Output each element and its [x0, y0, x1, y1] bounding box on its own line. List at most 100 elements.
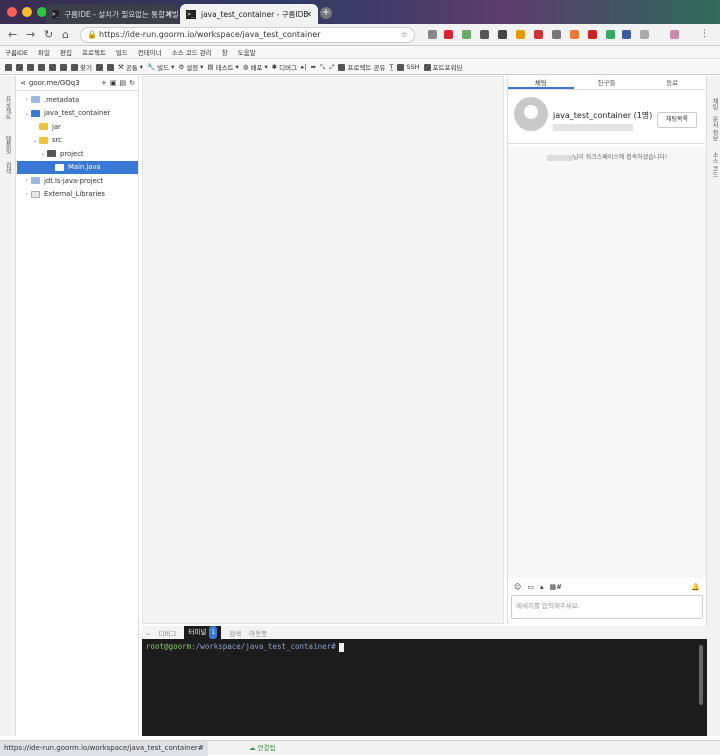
tab-search-output[interactable]: 검색 — [229, 628, 241, 638]
test-menu[interactable]: ▤ 테스트 ▾ — [207, 62, 238, 72]
tab-debug[interactable]: 디버그 — [158, 628, 176, 638]
bookmark-star-icon[interactable]: ☆ — [401, 28, 408, 42]
bookmark-icon[interactable] — [95, 63, 103, 71]
tab-template[interactable]: 템플릿 — [3, 136, 12, 154]
build-menu[interactable]: 🔧 빌드 ▾ — [147, 62, 174, 72]
reload-icon[interactable]: ↻ — [44, 28, 53, 41]
run-icon[interactable]: ▸| — [301, 63, 306, 71]
profile-avatar[interactable] — [670, 30, 679, 39]
expand-arrow-icon[interactable]: ⌄ — [23, 110, 31, 117]
browser-tab-goormide[interactable]: >_ 구름IDE - 설치가 필요없는 통합개발환경 ✕ — [46, 4, 178, 24]
caret-up-icon[interactable]: ▴ — [540, 583, 544, 591]
terminal-scrollbar[interactable] — [699, 645, 703, 705]
port-forwarding-button[interactable]: 포트포워딩 — [423, 62, 462, 72]
deploy-menu[interactable]: ◍ 배포 ▾ — [243, 62, 268, 72]
gear-icon[interactable] — [106, 63, 114, 71]
ssh-button[interactable]: SSH — [397, 63, 420, 71]
collapse-arrow-icon[interactable]: ⌄ — [145, 629, 150, 637]
share-arrow-icon[interactable]: ➦ — [311, 63, 316, 71]
editor-area[interactable] — [142, 76, 504, 624]
tab-terminal[interactable]: 터미널 1 — [184, 626, 222, 639]
back-icon[interactable]: ← — [8, 28, 17, 41]
close-window-button[interactable] — [7, 7, 17, 17]
tree-item-main-java[interactable]: Main.java — [17, 160, 138, 174]
tab-output[interactable]: 아웃풋 — [249, 628, 267, 638]
collapse-icon[interactable]: ⤢ — [329, 63, 334, 72]
terminal[interactable]: root@goorm:/workspace/java_test_containe… — [142, 639, 707, 736]
common-menu[interactable]: ⚒ 공통 ▾ — [118, 62, 143, 72]
fullscreen-icon[interactable]: ⤡ — [320, 63, 325, 72]
menu-item[interactable]: 구름IDE — [5, 47, 28, 57]
tree-item-java-test-container[interactable]: ⌄ java_test_container — [17, 107, 138, 121]
share-link-icon[interactable]: ⋖ — [20, 79, 26, 87]
tab-source-code[interactable]: 소스 코드 — [710, 152, 719, 178]
tree-item-src[interactable]: ⌄ src — [17, 134, 138, 148]
font-icon[interactable]: T̲ — [389, 63, 393, 71]
export-icon[interactable] — [49, 63, 56, 71]
new-tab-button[interactable]: + — [320, 7, 332, 19]
add-icon[interactable]: + — [101, 79, 107, 87]
tree-item-project[interactable]: ⌄ project — [17, 147, 138, 161]
extension-icon[interactable] — [570, 30, 579, 39]
extension-icon[interactable] — [498, 30, 507, 39]
browser-tab-container[interactable]: >_ java_test_container - 구름IDE ✕ — [180, 4, 318, 24]
menu-item[interactable]: 프로젝트 — [82, 47, 106, 57]
settings-menu[interactable]: ⚙ 설정 ▾ — [178, 62, 203, 72]
extension-icon[interactable] — [588, 30, 597, 39]
extension-icon[interactable] — [428, 30, 437, 39]
tab-colleagues[interactable]: 동료 — [639, 76, 705, 89]
open-file-icon[interactable] — [16, 63, 23, 71]
extension-icon[interactable] — [552, 30, 561, 39]
tab-doc-info[interactable]: 문서 정보 — [710, 116, 719, 142]
expand-arrow-icon[interactable]: › — [23, 96, 31, 103]
import-icon[interactable] — [60, 63, 67, 71]
new-file-icon[interactable] — [5, 63, 12, 71]
menu-item[interactable]: 창 — [222, 47, 228, 57]
extension-icon[interactable] — [444, 30, 453, 39]
tab-friends[interactable]: 친구들 — [574, 76, 640, 89]
extension-icon[interactable] — [462, 30, 471, 39]
tree-item-external-libraries[interactable]: › External_Libraries — [17, 188, 138, 202]
extension-icon[interactable] — [606, 30, 615, 39]
minimize-window-button[interactable] — [22, 7, 32, 17]
emoji-icon[interactable]: ☺ — [514, 583, 521, 591]
menu-item[interactable]: 빌드 — [116, 47, 128, 57]
refresh-icon[interactable]: ↻ — [129, 79, 135, 87]
new-folder-icon[interactable]: ▣ — [110, 79, 117, 87]
tab-project[interactable]: 프로젝트 — [3, 96, 12, 120]
tab-chat-side[interactable]: 채팅 — [710, 98, 719, 110]
tab-search[interactable]: 검색 — [3, 162, 12, 174]
home-icon[interactable]: ⌂ — [62, 28, 69, 41]
expand-arrow-icon[interactable]: › — [23, 177, 31, 184]
tree-item-metadata[interactable]: › .metadata — [17, 93, 138, 107]
save-all-icon[interactable] — [38, 63, 45, 71]
close-tab-icon[interactable]: ✕ — [165, 10, 172, 19]
expand-arrow-icon[interactable]: › — [23, 191, 31, 198]
extension-icon[interactable] — [516, 30, 525, 39]
collapse-all-icon[interactable]: ▤ — [120, 79, 127, 87]
menu-item[interactable]: 소스 코드 관리 — [172, 47, 212, 57]
extension-icon[interactable] — [640, 30, 649, 39]
tree-item-jdt-ls[interactable]: › jdt.ls-java-project — [17, 174, 138, 188]
extension-icon[interactable] — [480, 30, 489, 39]
debug-button[interactable]: ✱ 디버그 — [272, 62, 297, 72]
expand-arrow-icon[interactable]: ⌄ — [39, 150, 47, 157]
menu-item[interactable]: 편집 — [60, 47, 72, 57]
project-share-button[interactable]: 프로젝트 공유 — [338, 62, 385, 72]
hashtag-icon[interactable]: ▦# — [549, 583, 561, 591]
save-icon[interactable] — [27, 63, 34, 71]
more-menu-icon[interactable]: ⋮ — [700, 30, 709, 39]
close-tab-icon[interactable]: ✕ — [305, 10, 312, 19]
tab-chat[interactable]: 채팅 — [508, 76, 574, 89]
url-field[interactable]: 🔒 https://ide-run.goorm.io/workspace/jav… — [80, 27, 415, 43]
expand-arrow-icon[interactable]: ⌄ — [31, 137, 39, 144]
menu-item[interactable]: 도움말 — [238, 47, 256, 57]
extension-icon[interactable] — [534, 30, 543, 39]
project-link[interactable]: goor.me/GQq3 — [29, 79, 80, 87]
menu-item[interactable]: 컨테이너 — [138, 47, 162, 57]
tree-item-jar[interactable]: jar — [17, 120, 138, 134]
find-button[interactable]: 찾기 — [71, 62, 92, 72]
chat-list-button[interactable]: 채팅목록 — [657, 112, 697, 128]
chat-input[interactable]: 메세지를 입력해주세요. — [511, 595, 703, 619]
menu-item[interactable]: 파일 — [38, 47, 50, 57]
